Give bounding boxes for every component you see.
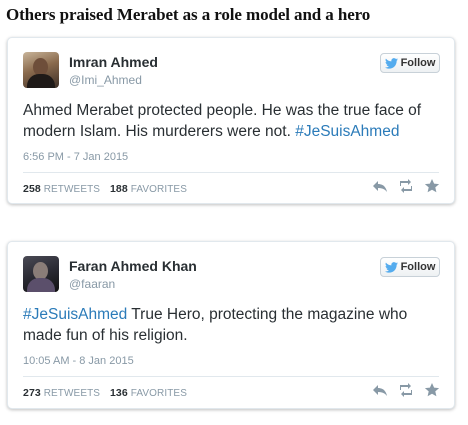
twitter-bird-icon <box>384 57 398 69</box>
retweet-icon[interactable] <box>398 178 414 194</box>
hashtag-link[interactable]: #JeSuisAhmed <box>295 123 399 140</box>
divider <box>23 376 439 377</box>
tweet-actions <box>372 178 440 194</box>
twitter-bird-icon <box>384 261 398 273</box>
tweet-stats: 258 RETWEETS 188 FAVORITES <box>23 183 194 195</box>
embedded-tweet: Faran Ahmed Khan @faaran Follow #JeSuisA… <box>7 241 455 409</box>
tweet-timestamp[interactable]: 10:05 AM - 8 Jan 2015 <box>23 355 134 367</box>
favorite-star-icon[interactable] <box>424 382 440 398</box>
tweet-author-name[interactable]: Imran Ahmed <box>69 54 158 70</box>
embedded-tweet: Imran Ahmed @Imi_Ahmed Follow Ahmed Mera… <box>7 37 455 204</box>
tweet-author-name[interactable]: Faran Ahmed Khan <box>69 258 197 274</box>
reply-icon[interactable] <box>372 382 388 398</box>
divider <box>23 172 439 173</box>
tweet-timestamp[interactable]: 6:56 PM - 7 Jan 2015 <box>23 151 128 163</box>
follow-button[interactable]: Follow <box>380 257 440 277</box>
follow-label: Follow <box>400 261 436 273</box>
retweet-count[interactable]: 273 RETWEETS <box>23 387 100 399</box>
follow-button[interactable]: Follow <box>380 53 440 73</box>
retweet-count[interactable]: 258 RETWEETS <box>23 183 100 195</box>
tweet-author-handle[interactable]: @faaran <box>69 277 115 291</box>
tweet-stats: 273 RETWEETS 136 FAVORITES <box>23 387 194 399</box>
tweet-text: Ahmed Merabet protected people. He was t… <box>23 100 443 142</box>
retweet-icon[interactable] <box>398 382 414 398</box>
hashtag-link[interactable]: #JeSuisAhmed <box>23 306 127 323</box>
article-subheading: Others praised Merabet as a role model a… <box>6 5 371 24</box>
tweet-text: #JeSuisAhmed True Hero, protecting the m… <box>23 304 443 346</box>
favorite-count[interactable]: 136 FAVORITES <box>110 387 187 399</box>
favorite-count[interactable]: 188 FAVORITES <box>110 183 187 195</box>
avatar[interactable] <box>23 52 59 88</box>
favorite-star-icon[interactable] <box>424 178 440 194</box>
reply-icon[interactable] <box>372 178 388 194</box>
avatar[interactable] <box>23 256 59 292</box>
tweet-author-handle[interactable]: @Imi_Ahmed <box>69 73 142 87</box>
follow-label: Follow <box>400 57 436 69</box>
tweet-actions <box>372 382 440 398</box>
